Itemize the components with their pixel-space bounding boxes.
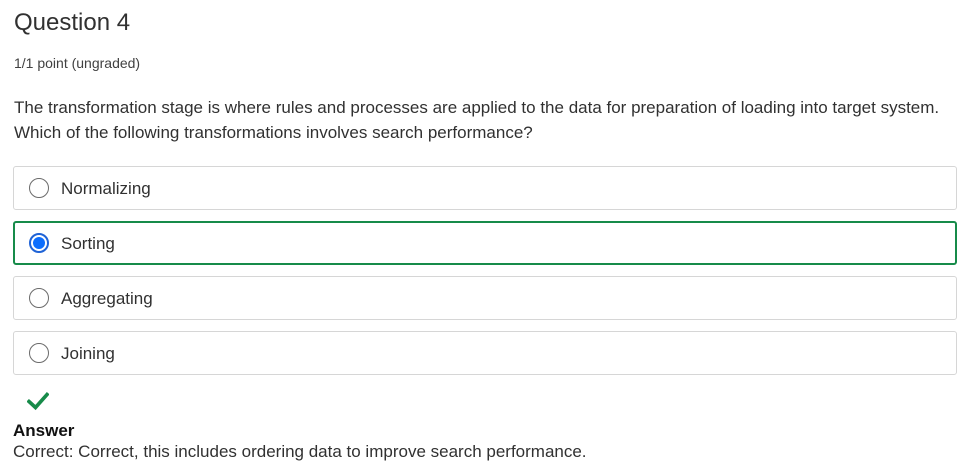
question-prompt: The transformation stage is where rules … (14, 98, 940, 142)
choice-sorting[interactable]: Sorting (13, 221, 957, 265)
answer-feedback: Correct: Correct, this includes ordering… (13, 442, 587, 461)
problem-container: Question 4 1/1 point (ungraded) The tran… (0, 0, 959, 470)
choice-label[interactable]: Normalizing (61, 178, 151, 199)
choice-label[interactable]: Joining (61, 343, 115, 364)
question-title: Question 4 (14, 9, 131, 36)
choice-joining[interactable]: Joining (13, 331, 957, 375)
question-points: 1/1 point (ungraded) (14, 55, 141, 71)
checkmark-icon (27, 391, 49, 411)
choice-normalizing[interactable]: Normalizing (13, 166, 957, 210)
radio-selected-dot (33, 237, 45, 249)
radio-button-selected[interactable] (29, 233, 49, 253)
radio-button[interactable] (29, 178, 49, 198)
radio-button[interactable] (29, 343, 49, 363)
choice-group: Normalizing Sorting Aggregating Joining (13, 166, 957, 386)
radio-button[interactable] (29, 288, 49, 308)
choice-aggregating[interactable]: Aggregating (13, 276, 957, 320)
choice-label[interactable]: Sorting (61, 233, 115, 254)
choice-label[interactable]: Aggregating (61, 288, 153, 309)
answer-heading: Answer (13, 421, 75, 440)
